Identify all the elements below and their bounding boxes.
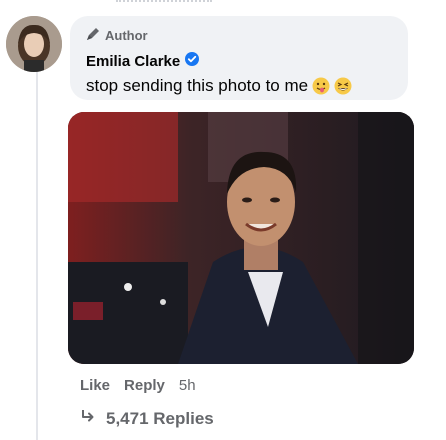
like-button[interactable]: Like xyxy=(80,377,110,394)
reply-button[interactable]: Reply xyxy=(124,377,165,394)
face-with-tongue-emoji xyxy=(312,77,330,95)
comment-actions: Like Reply 5h xyxy=(80,377,196,394)
verified-badge-icon xyxy=(185,52,200,70)
commenter-name-row[interactable]: Emilia Clarke xyxy=(86,52,200,70)
attached-photo[interactable] xyxy=(68,112,414,364)
comment-bubble: Author Emilia Clarke stop sending this p… xyxy=(70,16,408,100)
reply-arrow-icon xyxy=(80,408,96,429)
avatar[interactable] xyxy=(6,16,62,72)
view-replies-link[interactable]: 5,471 Replies xyxy=(80,408,214,429)
comment-thread: Author Emilia Clarke stop sending this p… xyxy=(0,0,446,440)
replies-count-label[interactable]: 5,471 Replies xyxy=(106,409,214,429)
author-badge-label: Author xyxy=(105,27,148,43)
author-badge: Author xyxy=(86,26,148,44)
photo-image xyxy=(68,112,414,364)
comment-text: stop sending this photo to me xyxy=(86,76,352,96)
thread-connector xyxy=(36,66,38,440)
pen-icon xyxy=(86,27,100,44)
avatar-image xyxy=(6,16,62,72)
commenter-name[interactable]: Emilia Clarke xyxy=(86,53,180,70)
grinning-squinting-emoji xyxy=(334,77,352,95)
thread-connector-top xyxy=(116,0,212,10)
comment-timestamp[interactable]: 5h xyxy=(179,377,196,394)
comment-body: stop sending this photo to me xyxy=(86,76,309,95)
